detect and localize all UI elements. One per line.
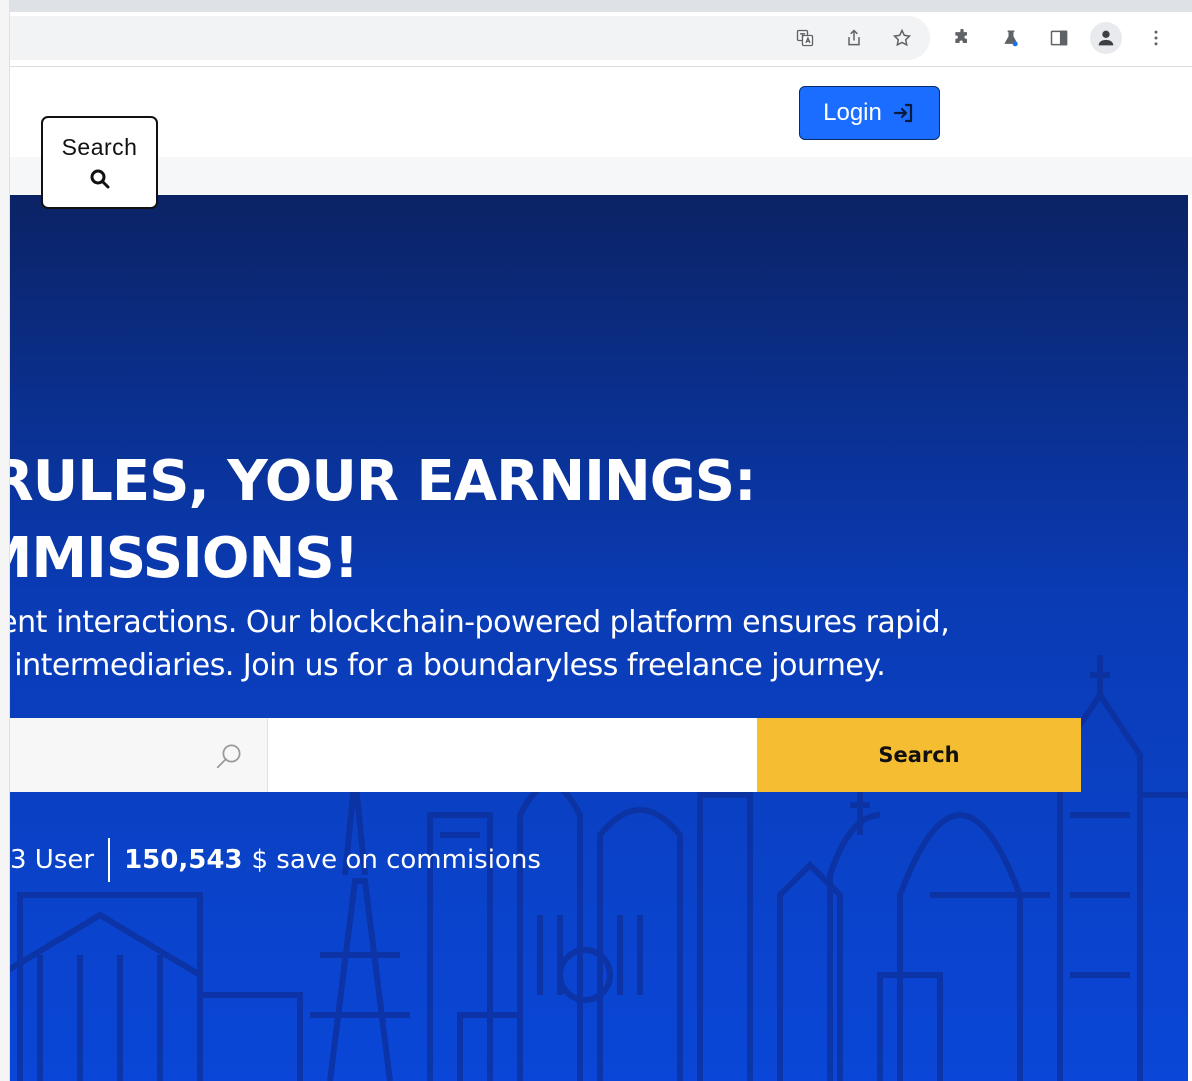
users-stat: 3 User	[10, 845, 95, 875]
headline-line-2: OMMISSIONS!	[0, 526, 359, 591]
login-label: Login	[823, 99, 882, 126]
magnifier-icon	[216, 744, 241, 769]
savings-text: $ save on commisions	[251, 845, 541, 875]
tab-strip	[0, 0, 1192, 12]
hero-headline: R RULES, YOUR EARNINGS: OMMISSIONS!	[0, 443, 1130, 597]
site-header	[0, 67, 1192, 157]
header-band	[0, 157, 1192, 195]
side-panel-icon[interactable]	[1045, 24, 1073, 52]
extensions-icon[interactable]	[948, 24, 976, 52]
hero-search-input[interactable]	[268, 718, 757, 792]
stats-row: 3 User 150,543 $ save on commisions	[10, 838, 541, 882]
subtitle-line-1: rent interactions. Our blockchain-powere…	[0, 605, 950, 640]
subtitle-line-2: y intermediaries. Join us for a boundary…	[0, 648, 886, 683]
search-icon	[90, 169, 109, 189]
header-search-label: Search	[61, 134, 138, 160]
stats-divider	[108, 838, 111, 882]
savings-value: 150,543	[124, 845, 243, 875]
browser-toolbar	[0, 0, 1192, 66]
login-icon	[893, 103, 912, 123]
bookmark-star-icon[interactable]	[888, 24, 916, 52]
window-edge	[0, 0, 10, 1081]
hero-search-bar: Search	[0, 718, 1081, 792]
header-search-button[interactable]: Search	[41, 116, 158, 209]
menu-kebab-icon[interactable]	[1142, 24, 1170, 52]
hero-search-button[interactable]: Search	[757, 718, 1081, 792]
login-button[interactable]: Login	[799, 86, 940, 140]
category-search-field[interactable]	[0, 718, 268, 792]
labs-flask-icon[interactable]	[997, 24, 1025, 52]
profile-icon[interactable]	[1090, 22, 1122, 54]
translate-icon[interactable]	[791, 24, 819, 52]
hero-subtitle: rent interactions. Our blockchain-powere…	[0, 601, 1188, 687]
share-icon[interactable]	[840, 24, 868, 52]
hero-section: R RULES, YOUR EARNINGS: OMMISSIONS! rent…	[0, 195, 1188, 1081]
headline-line-1: R RULES, YOUR EARNINGS:	[0, 449, 756, 514]
